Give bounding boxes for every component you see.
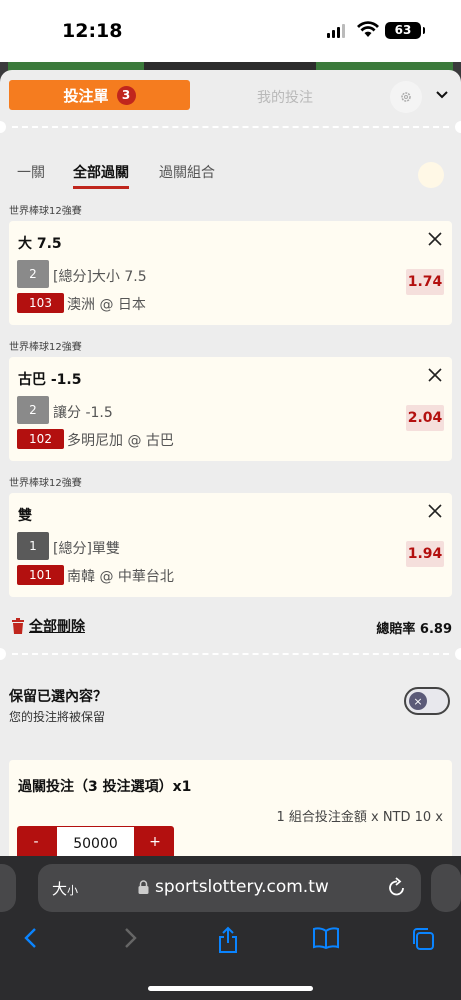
- total-odds: 總賠率 6.89: [376, 618, 452, 637]
- match-number-badge: 103: [17, 293, 64, 313]
- bet-market: [總分]大小 7.5: [53, 269, 147, 285]
- bet-selection-title: 大 7.5: [18, 236, 62, 252]
- trash-icon: [12, 618, 24, 634]
- league-label: 世界棒球12強賽: [9, 206, 82, 217]
- status-time: 12:18: [62, 20, 123, 42]
- bet-selection-title: 雙: [18, 508, 32, 524]
- back-arrow-icon: [24, 928, 36, 948]
- parlay-bet-card: 過關投注（3 投注選項）x1 1 組合投注金額 x NTD 10 x - 500…: [9, 760, 452, 860]
- match-teams: 多明尼加 @ 古巴: [67, 433, 174, 449]
- total-odds-value: 6.89: [419, 622, 452, 637]
- sequence-badge: 2: [17, 396, 49, 424]
- share-button[interactable]: [216, 926, 240, 958]
- text-size-button[interactable]: 大小: [52, 878, 78, 899]
- league-label: 世界棒球12強賽: [9, 478, 82, 489]
- decrease-stake-button[interactable]: -: [17, 834, 55, 850]
- match-number-badge: 101: [17, 565, 64, 585]
- slip-summary-row: 全部刪除 總賠率 6.89: [0, 614, 461, 638]
- sequence-badge: 2: [17, 260, 49, 288]
- home-indicator: [148, 986, 313, 991]
- option-toggle[interactable]: [418, 162, 444, 188]
- tabs-button[interactable]: [410, 926, 436, 956]
- book-icon: [313, 927, 339, 950]
- share-icon: [219, 926, 237, 953]
- settings-button[interactable]: [390, 81, 422, 113]
- remove-bet-button[interactable]: [427, 231, 443, 251]
- tab-bet-slip[interactable]: 投注單 3: [9, 80, 190, 110]
- tab-single[interactable]: 一關: [17, 162, 45, 182]
- match-number-badge: 102: [17, 429, 64, 449]
- close-icon: [428, 232, 442, 246]
- parlay-stake-info: 1 組合投注金額 x NTD 10 x: [276, 810, 443, 825]
- stake-stepper: - 50000 +: [17, 826, 174, 860]
- url-display[interactable]: sportslottery.com.tw: [138, 877, 329, 897]
- collapse-button[interactable]: [434, 86, 450, 106]
- forward-button[interactable]: [123, 926, 139, 954]
- bet-market: [總分]單雙: [53, 541, 120, 557]
- cellular-signal-icon: [327, 24, 345, 38]
- gear-icon: [401, 92, 411, 102]
- bet-slip-sheet: 投注單 3 我的投注 一關 全部過關 過關組合 世界棒球12強賽 大 7.5 2…: [0, 70, 461, 860]
- close-icon: [428, 368, 442, 382]
- keep-selection-subtitle: 您的投注將被保留: [9, 710, 106, 724]
- delete-all-button[interactable]: 全部刪除: [11, 616, 85, 636]
- tabs-icon: [413, 928, 434, 950]
- bet-market: 讓分 -1.5: [53, 405, 113, 421]
- tab-bet-slip-label: 投注單: [63, 86, 109, 105]
- reload-button[interactable]: [387, 876, 407, 902]
- chevron-down-icon: [436, 91, 448, 99]
- odds-value: 1.74: [406, 269, 444, 295]
- reload-icon: [389, 877, 404, 896]
- match-teams: 南韓 @ 中華台北: [67, 569, 174, 585]
- text-size-big: 大: [52, 880, 68, 898]
- bet-card: 大 7.5 2 [總分]大小 7.5 103 澳洲 @ 日本 1.74: [9, 221, 452, 325]
- next-tab-preview[interactable]: [431, 864, 461, 912]
- lock-icon: [138, 880, 149, 894]
- remove-bet-button[interactable]: [427, 367, 443, 387]
- tab-parlay-combo[interactable]: 過關組合: [159, 162, 215, 182]
- divider: [0, 648, 461, 660]
- league-label: 世界棒球12強賽: [9, 342, 82, 353]
- bet-type-tabs: 一關 全部過關 過關組合: [0, 162, 461, 189]
- delete-all-label: 全部刪除: [29, 619, 85, 635]
- browser-toolbar: 大小 sportslottery.com.tw: [0, 856, 461, 1000]
- tab-my-bets[interactable]: 我的投注: [210, 87, 360, 107]
- address-bar[interactable]: 大小 sportslottery.com.tw: [38, 864, 421, 912]
- keep-selection-title: 保留已選內容？: [9, 689, 107, 705]
- bet-count-badge: 3: [116, 85, 136, 105]
- match-teams: 澳洲 @ 日本: [67, 297, 146, 313]
- url-text: sportslottery.com.tw: [155, 877, 329, 897]
- parlay-title: 過關投注（3 投注選項）x1: [18, 779, 192, 795]
- browser-nav-buttons: [0, 924, 461, 958]
- back-button[interactable]: [22, 926, 38, 954]
- increase-stake-button[interactable]: +: [136, 834, 174, 850]
- toggle-off-icon: ×: [409, 692, 427, 710]
- tab-all-parlay[interactable]: 全部過關: [73, 162, 129, 189]
- bet-card: 古巴 -1.5 2 讓分 -1.5 102 多明尼加 @ 古巴 2.04: [9, 357, 452, 461]
- battery-icon: 63: [385, 22, 425, 39]
- bet-slip-header: 投注單 3 我的投注: [0, 70, 461, 122]
- sequence-badge: 1: [17, 532, 49, 560]
- bet-card: 雙 1 [總分]單雙 101 南韓 @ 中華台北 1.94: [9, 493, 452, 597]
- bookmarks-button[interactable]: [312, 926, 340, 954]
- odds-value: 2.04: [406, 405, 444, 431]
- forward-arrow-icon: [125, 928, 137, 948]
- odds-value: 1.94: [406, 541, 444, 567]
- wifi-icon: [357, 21, 379, 42]
- remove-bet-button[interactable]: [427, 503, 443, 523]
- status-bar: 12:18 63: [0, 0, 461, 62]
- close-icon: [428, 504, 442, 518]
- keep-selection-toggle[interactable]: ×: [404, 687, 450, 715]
- divider: [0, 121, 461, 133]
- bet-selection-title: 古巴 -1.5: [18, 372, 82, 388]
- total-odds-label: 總賠率: [376, 622, 416, 637]
- previous-tab-preview[interactable]: [0, 864, 16, 912]
- text-size-small: 小: [67, 884, 79, 897]
